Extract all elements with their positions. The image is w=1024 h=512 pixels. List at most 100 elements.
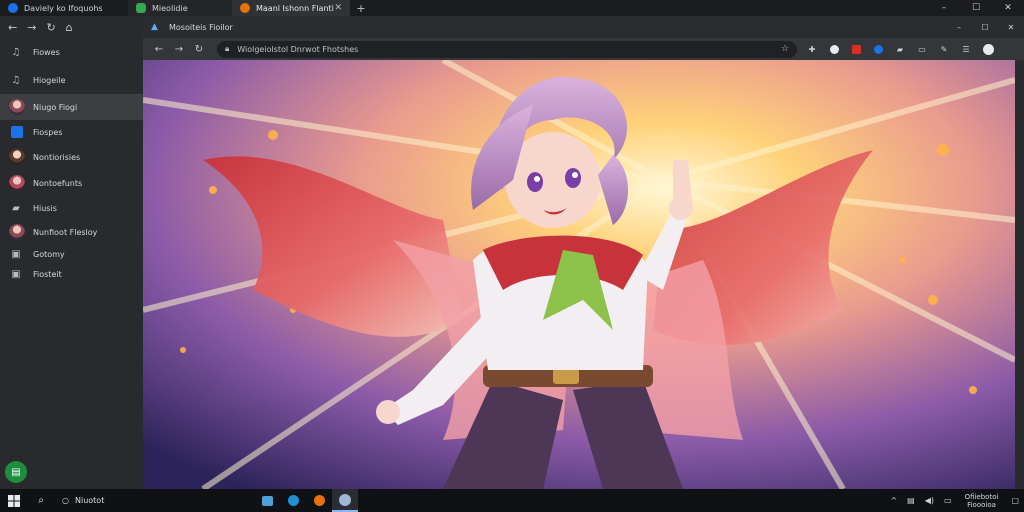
inner-title-bar: ▲ Mosoiteis Fioilor – ☐ ✕ <box>143 16 1024 38</box>
sidebar-item-fiospes[interactable]: Fiospes <box>0 120 143 144</box>
tab-3-active[interactable]: Maanl Ishonn Flanti ✕ <box>232 0 350 16</box>
maximize-button[interactable]: ☐ <box>960 3 992 13</box>
avatar <box>9 149 25 165</box>
extension-icon[interactable]: ▰ <box>889 42 911 56</box>
reload-icon[interactable]: ↻ <box>189 44 209 55</box>
tab-title: Daviely ko Ifoquohs <box>24 3 103 13</box>
extension-toolbar: ✚ ▰ ▭ ✎ ☰ <box>801 42 999 56</box>
anime-artwork-image <box>143 60 1015 489</box>
avatar <box>9 175 25 191</box>
sidebar-item-label: Nontiorisies <box>33 152 81 162</box>
home-icon[interactable]: ⌂ <box>66 21 73 34</box>
network-icon[interactable]: ▤ <box>902 496 920 505</box>
battery-icon[interactable]: ▭ <box>939 496 957 505</box>
sidebar-item-fiosteit[interactable]: ▣ Fiosteit <box>0 264 143 284</box>
close-window-button[interactable]: ✕ <box>992 3 1024 13</box>
app-icon <box>11 126 23 138</box>
windows-start-icon[interactable] <box>0 489 28 512</box>
taskbar-app-icon[interactable] <box>280 489 306 512</box>
sidebar-item-fiowes[interactable]: ♫ Fiowes <box>0 38 143 66</box>
sidebar: ← → ↻ ⌂ ♫ Fiowes ♫ Hiogeile Niugo Fiogi … <box>0 16 143 489</box>
sidebar-item-nontiorisies[interactable]: Nontiorisies <box>0 144 143 170</box>
extension-icon[interactable] <box>823 42 845 56</box>
avatar <box>9 99 25 115</box>
sidebar-item-label: Nunfioot Flesloy <box>33 227 98 237</box>
inner-toolbar: ← → ↻ 🔒︎ Wiolgeiolstol Dnrwot Fhotshes ☆… <box>143 38 1024 60</box>
extension-icon[interactable] <box>845 42 867 56</box>
book-icon[interactable]: ▤ <box>5 461 27 483</box>
window-controls: – ☐ ✕ <box>928 3 1024 13</box>
music-icon: ♫ <box>11 74 21 86</box>
inner-window-controls: – ☐ ✕ <box>946 23 1024 32</box>
taskbar-app-icon[interactable] <box>306 489 332 512</box>
sidebar-item-label: Fiosteit <box>33 269 62 279</box>
taskbar: ⌕ ○ Niuotot ^ ▤ ◀) ▭ Ofiiebotoi Fioooioa… <box>0 489 1024 512</box>
close-tab-icon[interactable]: ✕ <box>334 3 342 13</box>
sidebar-item-label: Fiospes <box>33 127 63 137</box>
taskbar-search-label: Niuotot <box>74 496 105 505</box>
tab-favicon-icon <box>240 3 250 13</box>
minimize-button[interactable]: – <box>946 23 972 32</box>
music-icon: ♫ <box>11 46 21 58</box>
scrollbar[interactable] <box>1015 60 1024 489</box>
sidebar-item-niugo-fiogi[interactable]: Niugo Fiogi <box>0 94 143 120</box>
bookmark-star-icon[interactable]: ☆ <box>781 44 789 54</box>
sidebar-item-label: Niugo Fiogi <box>33 102 78 112</box>
taskbar-browser-icon-active[interactable] <box>332 489 358 512</box>
gamepad-icon: ▣ <box>11 248 21 260</box>
sidebar-item-label: Hiusis <box>33 203 57 213</box>
address-url: Wiolgeiolstol Dnrwot Fhotshes <box>237 44 359 54</box>
desktop-screen: Daviely ko Ifoquohs Mieolidie Maanl Isho… <box>0 0 1024 512</box>
extension-icon[interactable]: ▭ <box>911 42 933 56</box>
profile-avatar-icon[interactable] <box>977 42 999 56</box>
clock-time: Ofiiebotoi <box>964 492 999 501</box>
forward-arrow-icon[interactable]: → <box>169 44 189 55</box>
browser-tab-strip: Daviely ko Ifoquohs Mieolidie Maanl Isho… <box>0 0 1024 16</box>
windows-logo-icon <box>8 494 20 507</box>
taskbar-search-box[interactable]: ○ Niuotot <box>54 489 194 512</box>
sidebar-item-nunfioot-flesloy[interactable]: Nunfioot Flesloy <box>0 220 143 244</box>
maximize-button[interactable]: ☐ <box>972 23 998 32</box>
sidebar-item-label: Nontoefunts <box>33 178 83 188</box>
clock[interactable]: Ofiiebotoi Fioooioa <box>957 493 1007 509</box>
sidebar-item-nontoefunts[interactable]: Nontoefunts <box>0 170 143 196</box>
tab-title: Maanl Ishonn Flanti <box>256 3 334 13</box>
new-tab-button[interactable]: + <box>350 2 372 15</box>
system-tray: ^ ▤ ◀) ▭ Ofiiebotoi Fioooioa ▢ <box>885 489 1024 512</box>
menu-icon[interactable]: ☰ <box>955 42 977 56</box>
circle-icon: ○ <box>62 496 69 505</box>
minimize-button[interactable]: – <box>928 3 960 13</box>
sidebar-item-hiogeile[interactable]: ♫ Hiogeile <box>0 66 143 94</box>
tab-favicon-icon <box>136 3 146 13</box>
sidebar-item-label: Fiowes <box>33 47 60 57</box>
chevron-up-icon[interactable]: ^ <box>885 496 902 505</box>
gamepad-icon: ▣ <box>11 268 21 280</box>
volume-icon[interactable]: ◀) <box>920 496 939 505</box>
reload-icon[interactable]: ↻ <box>46 21 55 34</box>
taskbar-app-icon[interactable] <box>254 489 280 512</box>
sidebar-item-gotomy[interactable]: ▣ Gotomy <box>0 244 143 264</box>
clock-date: Fioooioa <box>967 500 996 509</box>
tab-1[interactable]: Daviely ko Ifoquohs <box>0 0 128 16</box>
tab-2[interactable]: Mieolidie <box>128 0 232 16</box>
tab-favicon-icon <box>8 3 18 13</box>
inner-browser-window: ▲ Mosoiteis Fioilor – ☐ ✕ ← → ↻ 🔒︎ Wiolg… <box>143 16 1024 489</box>
lock-icon: 🔒︎ <box>225 44 230 53</box>
tab-title: Mieolidie <box>152 3 188 13</box>
sidebar-nav: ← → ↻ ⌂ <box>0 16 143 38</box>
back-arrow-icon[interactable]: ← <box>8 21 17 34</box>
sidebar-item-label: Gotomy <box>33 249 65 259</box>
notification-icon[interactable]: ▢ <box>1006 496 1024 505</box>
sidebar-item-label: Hiogeile <box>33 75 66 85</box>
forward-arrow-icon[interactable]: → <box>27 21 36 34</box>
inner-window-title: Mosoiteis Fioilor <box>169 22 233 32</box>
puzzle-icon[interactable]: ✚ <box>801 42 823 56</box>
extension-icon[interactable] <box>867 42 889 56</box>
close-window-button[interactable]: ✕ <box>998 23 1024 32</box>
back-arrow-icon[interactable]: ← <box>149 44 169 55</box>
address-bar[interactable]: 🔒︎ Wiolgeiolstol Dnrwot Fhotshes ☆ <box>217 40 797 58</box>
search-icon[interactable]: ⌕ <box>28 489 54 512</box>
sidebar-item-hiusis[interactable]: ▰ Hiusis <box>0 196 143 220</box>
app-logo-icon: ▲ <box>151 22 158 32</box>
extension-icon[interactable]: ✎ <box>933 42 955 56</box>
